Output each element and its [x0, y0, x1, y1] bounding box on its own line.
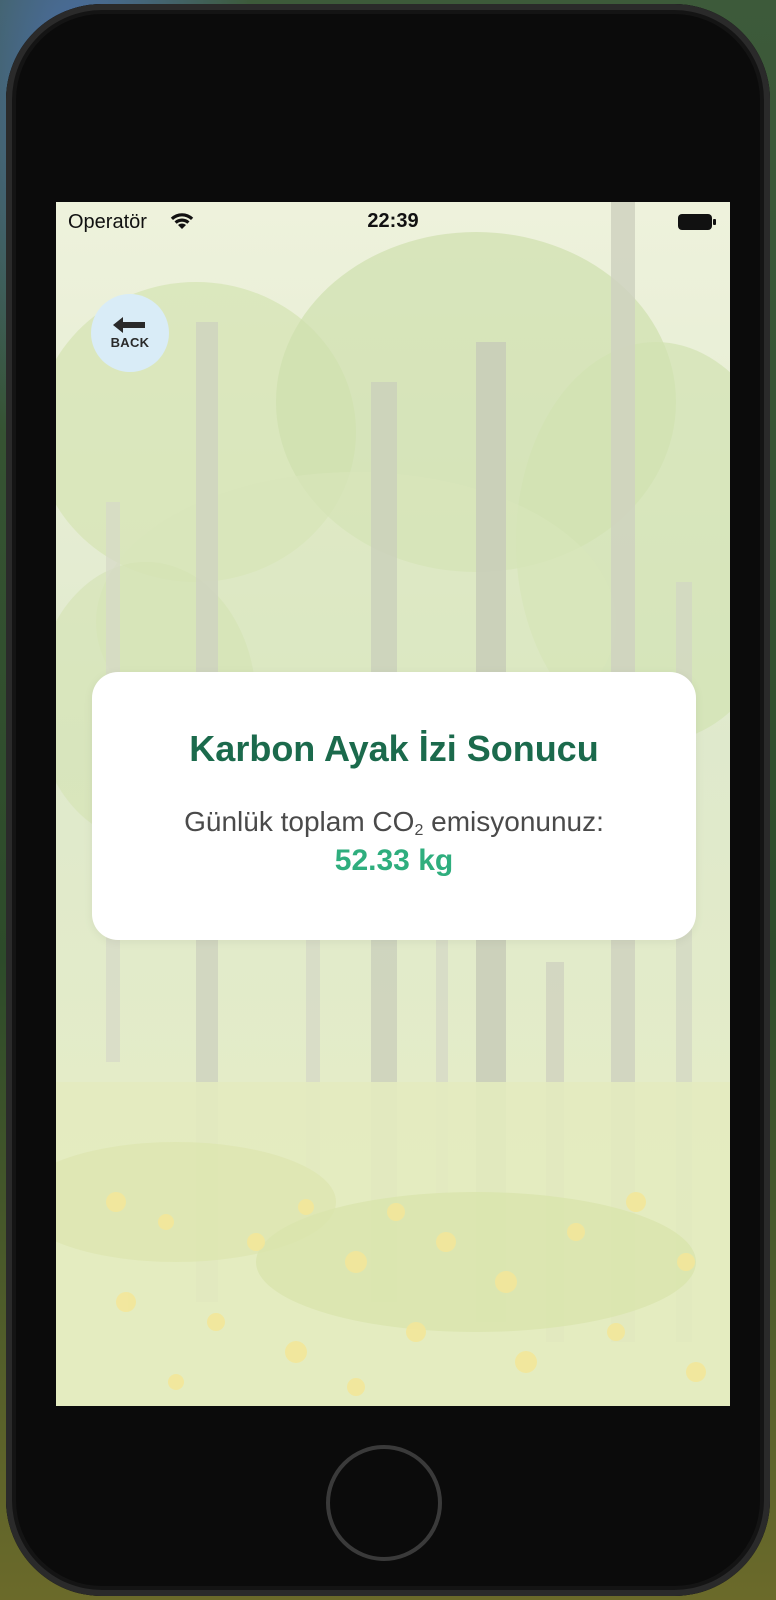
result-card: Karbon Ayak İzi Sonucu Günlük toplam CO2… — [92, 672, 696, 940]
phone-frame: Operatör 22:39 BACK Karbon Ayak İzi Sonu… — [6, 4, 770, 1596]
result-description: Günlük toplam CO2 emisyonunuz: — [92, 806, 696, 840]
result-description-suffix: emisyonunuz: — [423, 806, 604, 837]
app-screen: Operatör 22:39 BACK Karbon Ayak İzi Sonu… — [56, 202, 730, 1406]
back-button[interactable]: BACK — [91, 294, 169, 372]
battery-icon — [678, 214, 716, 230]
back-label: BACK — [110, 335, 150, 350]
result-title: Karbon Ayak İzi Sonucu — [189, 728, 599, 769]
result-description-prefix: Günlük toplam CO — [184, 806, 415, 837]
status-bar: Operatör 22:39 — [56, 202, 730, 242]
co2-subscript: 2 — [414, 822, 424, 839]
arrow-left-icon — [113, 317, 145, 333]
home-button[interactable] — [326, 1445, 442, 1561]
emission-value: 52.33 kg — [334, 844, 454, 877]
clock: 22:39 — [367, 210, 419, 232]
